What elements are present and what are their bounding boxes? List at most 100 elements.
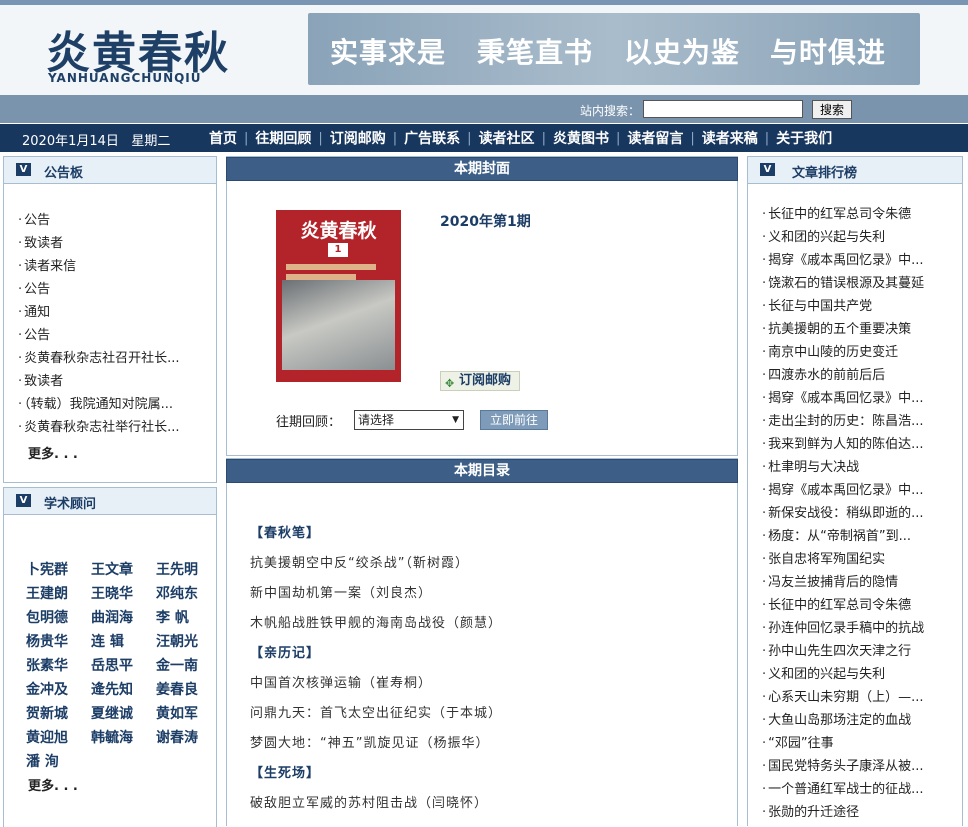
select-value: 请选择 bbox=[358, 413, 395, 427]
toc-article-link[interactable]: 中国首次核弹运输（崔寿桐） bbox=[250, 674, 502, 704]
cover-magazine-title: 炎黄春秋 bbox=[300, 220, 377, 242]
advisor-name: 姜春良 bbox=[156, 682, 198, 698]
slogan-4: 与时俱进 bbox=[770, 36, 887, 69]
advisor-name: 包明德 bbox=[26, 610, 68, 626]
go-button[interactable]: 立即前往 bbox=[480, 410, 548, 430]
toc-article-link[interactable]: 木帆船战胜铁甲舰的海南岛战役（颜慧） bbox=[250, 614, 502, 644]
advisor-name: 金冲及 bbox=[26, 682, 68, 698]
toc-article-link[interactable]: 抗美援朝空中反“绞杀战”（靳树霞） bbox=[250, 554, 502, 584]
bulletin-item[interactable]: 炎黄春秋杂志社举行社长... bbox=[18, 416, 210, 439]
ranking-item[interactable]: 孙中山先生四次天津之行 bbox=[762, 640, 958, 663]
bulletin-more-link[interactable]: 更多. . . bbox=[28, 443, 78, 462]
toc-article-link[interactable]: 新中国劫机第一案（刘良杰） bbox=[250, 584, 502, 614]
ranking-item[interactable]: 揭穿《戚本禹回忆录》中... bbox=[762, 249, 958, 272]
nav-home[interactable]: 首页 bbox=[202, 128, 244, 148]
toc-section-heading: 【生死场】 bbox=[250, 766, 321, 781]
bulletin-item[interactable]: 公告 bbox=[18, 278, 210, 301]
bulletin-header: V 公告板 bbox=[4, 157, 216, 184]
site-header: 炎黄春秋 YANHUANGCHUNQIU 实事求是 秉笔直书 以史为鉴 与时俱进 bbox=[0, 5, 968, 95]
ranking-item[interactable]: 大鱼山岛那场注定的血战 bbox=[762, 709, 958, 732]
toc-article-link[interactable]: 问鼎九天：首飞太空出征纪实（于本城） bbox=[250, 704, 502, 734]
bulletin-item[interactable]: （转载）我院通知对院属... bbox=[18, 393, 210, 416]
advisors-more-link[interactable]: 更多. . . bbox=[28, 775, 78, 794]
nav-submissions[interactable]: 读者来稿 bbox=[695, 128, 765, 148]
subscribe-button[interactable]: ✥ 订阅邮购 bbox=[440, 371, 520, 391]
search-input[interactable] bbox=[643, 100, 803, 118]
bulletin-item[interactable]: 读者来信 bbox=[18, 255, 210, 278]
advisor-name: 王先明 bbox=[156, 562, 198, 578]
ranking-item[interactable]: 揭穿《戚本禹回忆录》中... bbox=[762, 479, 958, 502]
nav-books[interactable]: 炎黄图书 bbox=[546, 128, 616, 148]
toc-article-link[interactable]: 破敌胆立军威的苏村阻击战（闫晓怀） bbox=[250, 794, 502, 824]
toc-section-heading: 【春秋笔】 bbox=[250, 526, 321, 541]
ranking-item[interactable]: 义和团的兴起与失利 bbox=[762, 226, 958, 249]
arrow-icon: ✥ bbox=[445, 377, 455, 390]
bulletin-item[interactable]: 致读者 bbox=[18, 370, 210, 393]
subscribe-label: 订阅邮购 bbox=[459, 373, 512, 388]
ranking-item[interactable]: 长征中的红军总司令朱德 bbox=[762, 203, 958, 226]
bulletin-item[interactable]: 致读者 bbox=[18, 232, 210, 255]
nav-past-issues[interactable]: 往期回顾 bbox=[248, 128, 318, 148]
ranking-item[interactable]: 走出尘封的历史：陈昌浩... bbox=[762, 410, 958, 433]
slogan-banner: 实事求是 秉笔直书 以史为鉴 与时俱进 bbox=[308, 13, 920, 85]
advisor-name: 汪朝光 bbox=[156, 634, 198, 650]
bulletin-item[interactable]: 通知 bbox=[18, 301, 210, 324]
ranking-item[interactable]: 南京中山陵的历史变迁 bbox=[762, 341, 958, 364]
ranking-item[interactable]: 杨度：从“帝制祸首”到... bbox=[762, 525, 958, 548]
ranking-item[interactable]: 抗美援朝的五个重要决策 bbox=[762, 318, 958, 341]
advisor-name: 逄先知 bbox=[91, 682, 133, 698]
issue-label: 2020年第1期 bbox=[440, 214, 531, 230]
advisor-name: 谢春涛 bbox=[156, 730, 198, 746]
past-issues-label: 往期回顾： bbox=[276, 415, 342, 430]
advisor-name: 黄如军 bbox=[156, 706, 198, 722]
ranking-item[interactable]: 张自忠将军殉国纪实 bbox=[762, 548, 958, 571]
panel-v-icon: V bbox=[16, 494, 31, 507]
bulletin-item[interactable]: 炎黄春秋杂志社召开社长... bbox=[18, 347, 210, 370]
ranking-item[interactable]: 张勋的升迁途径 bbox=[762, 801, 958, 824]
nav-about[interactable]: 关于我们 bbox=[769, 128, 839, 148]
cover-image[interactable]: 炎黄春秋 1 bbox=[276, 210, 401, 382]
advisor-name: 岳思平 bbox=[91, 658, 133, 674]
slogan-1: 实事求是 bbox=[330, 36, 447, 69]
advisors-header: V 学术顾问 bbox=[4, 488, 216, 515]
bulletin-list: 公告 致读者 读者来信 公告 通知 公告 炎黄春秋杂志社召开社长... 致读者 … bbox=[18, 209, 210, 439]
search-label: 站内搜索： bbox=[580, 104, 641, 118]
ranking-item[interactable]: 四渡赤水的前前后后 bbox=[762, 364, 958, 387]
ranking-item[interactable]: 长征与中国共产党 bbox=[762, 295, 958, 318]
current-date: 2020年1月14日 星期二 bbox=[22, 130, 170, 149]
ranking-item[interactable]: 长征中的红军总司令朱德 bbox=[762, 594, 958, 617]
ranking-item[interactable]: 新保安战役：稍纵即逝的... bbox=[762, 502, 958, 525]
advisor-name: 贺新城 bbox=[26, 706, 68, 722]
ranking-item[interactable]: 饶漱石的错误根源及其蔓延 bbox=[762, 272, 958, 295]
advisor-name: 杨贵华 bbox=[26, 634, 68, 650]
cover-issue-number: 1 bbox=[328, 243, 348, 257]
ranking-item[interactable]: 一个普通红军战士的征战... bbox=[762, 778, 958, 801]
ranking-item[interactable]: “邓园”往事 bbox=[762, 732, 958, 755]
past-issue-select[interactable]: 请选择 ▼ bbox=[354, 410, 464, 430]
ranking-item[interactable]: 杜聿明与大决战 bbox=[762, 456, 958, 479]
search-button[interactable]: 搜索 bbox=[812, 100, 852, 119]
advisor-name: 韩毓海 bbox=[91, 730, 133, 746]
ranking-item[interactable]: 孙连仲回忆录手稿中的抗战 bbox=[762, 617, 958, 640]
toc-article-link[interactable]: 梦圆大地：“神五”凯旋见证（杨振华） bbox=[250, 734, 502, 764]
ranking-item[interactable]: 心系天山未穷期（上）—... bbox=[762, 686, 958, 709]
nav-subscribe[interactable]: 订阅邮购 bbox=[323, 128, 393, 148]
nav-advertising[interactable]: 广告联系 bbox=[397, 128, 467, 148]
advisor-name: 潘 洵 bbox=[26, 754, 59, 770]
ranking-item[interactable]: 揭穿《戚本禹回忆录》中... bbox=[762, 387, 958, 410]
ranking-item[interactable]: 冯友兰披捕背后的隐情 bbox=[762, 571, 958, 594]
toc-list: 【春秋笔】 抗美援朝空中反“绞杀战”（靳树霞） 新中国劫机第一案（刘良杰） 木帆… bbox=[250, 524, 502, 824]
advisor-name: 王文章 bbox=[91, 562, 133, 578]
advisor-name: 张素华 bbox=[26, 658, 68, 674]
panel-v-icon: V bbox=[16, 163, 31, 176]
nav-messages[interactable]: 读者留言 bbox=[620, 128, 690, 148]
ranking-item[interactable]: 义和团的兴起与失利 bbox=[762, 663, 958, 686]
nav-community[interactable]: 读者社区 bbox=[472, 128, 542, 148]
bulletin-title: 公告板 bbox=[44, 166, 84, 181]
bulletin-item[interactable]: 公告 bbox=[18, 209, 210, 232]
ranking-item[interactable]: 国民党特务头子康泽从被... bbox=[762, 755, 958, 778]
ranking-title: 文章排行榜 bbox=[792, 166, 858, 181]
bulletin-item[interactable]: 公告 bbox=[18, 324, 210, 347]
advisors-grid: 卜宪群 王文章 王先明 王建朗 王晓华 邓纯东 包明德 曲润海 李 帆 杨贵华 … bbox=[26, 558, 221, 774]
ranking-item[interactable]: 我来到鲜为人知的陈伯达... bbox=[762, 433, 958, 456]
